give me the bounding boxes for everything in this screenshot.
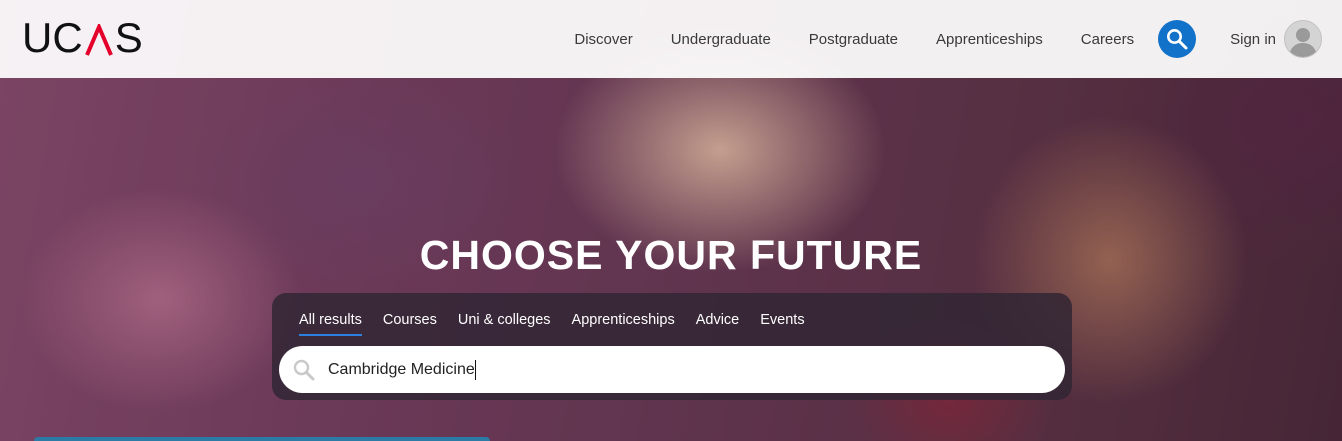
header-search-button[interactable]	[1158, 20, 1197, 58]
site-header: U C S Discover Undergraduate Postgraduat…	[0, 0, 1342, 78]
search-icon	[1167, 29, 1188, 50]
logo-letter-u: U	[22, 14, 53, 61]
nav-item-apprenticeships[interactable]: Apprenticeships	[936, 31, 1043, 48]
nav-item-careers[interactable]: Careers	[1081, 31, 1134, 48]
ucas-logo[interactable]: U C S	[22, 14, 143, 61]
nav-item-undergraduate[interactable]: Undergraduate	[671, 31, 771, 48]
tab-advice[interactable]: Advice	[696, 312, 740, 336]
avatar-silhouette-icon	[1289, 28, 1317, 57]
user-avatar-icon[interactable]	[1284, 20, 1322, 58]
text-caret	[474, 359, 476, 380]
tab-courses[interactable]: Courses	[383, 312, 437, 336]
search-panel: All results Courses Uni & colleges Appre…	[272, 293, 1072, 400]
sign-in-link[interactable]: Sign in	[1230, 31, 1276, 48]
nav-item-discover[interactable]: Discover	[574, 31, 632, 48]
search-icon	[292, 358, 316, 382]
tab-all-results[interactable]: All results	[299, 312, 362, 336]
search-input[interactable]: Cambridge Medicine	[328, 359, 476, 380]
search-tabs: All results Courses Uni & colleges Appre…	[299, 312, 826, 336]
page: U C S Discover Undergraduate Postgraduat…	[0, 0, 1342, 441]
tab-events[interactable]: Events	[760, 312, 804, 336]
search-input-value: Cambridge Medicine	[328, 360, 475, 378]
main-nav: Discover Undergraduate Postgraduate Appr…	[574, 0, 1342, 78]
tab-uni-colleges[interactable]: Uni & colleges	[458, 312, 551, 336]
nav-item-postgraduate[interactable]: Postgraduate	[809, 31, 898, 48]
logo-letter-s: S	[114, 14, 143, 61]
hero-title: CHOOSE YOUR FUTURE	[419, 232, 923, 278]
search-field[interactable]: Cambridge Medicine	[279, 346, 1065, 393]
logo-accent-icon	[84, 24, 113, 56]
logo-letter-c: C	[52, 14, 83, 61]
content-card-edge	[34, 437, 490, 441]
tab-apprenticeships[interactable]: Apprenticeships	[572, 312, 675, 336]
